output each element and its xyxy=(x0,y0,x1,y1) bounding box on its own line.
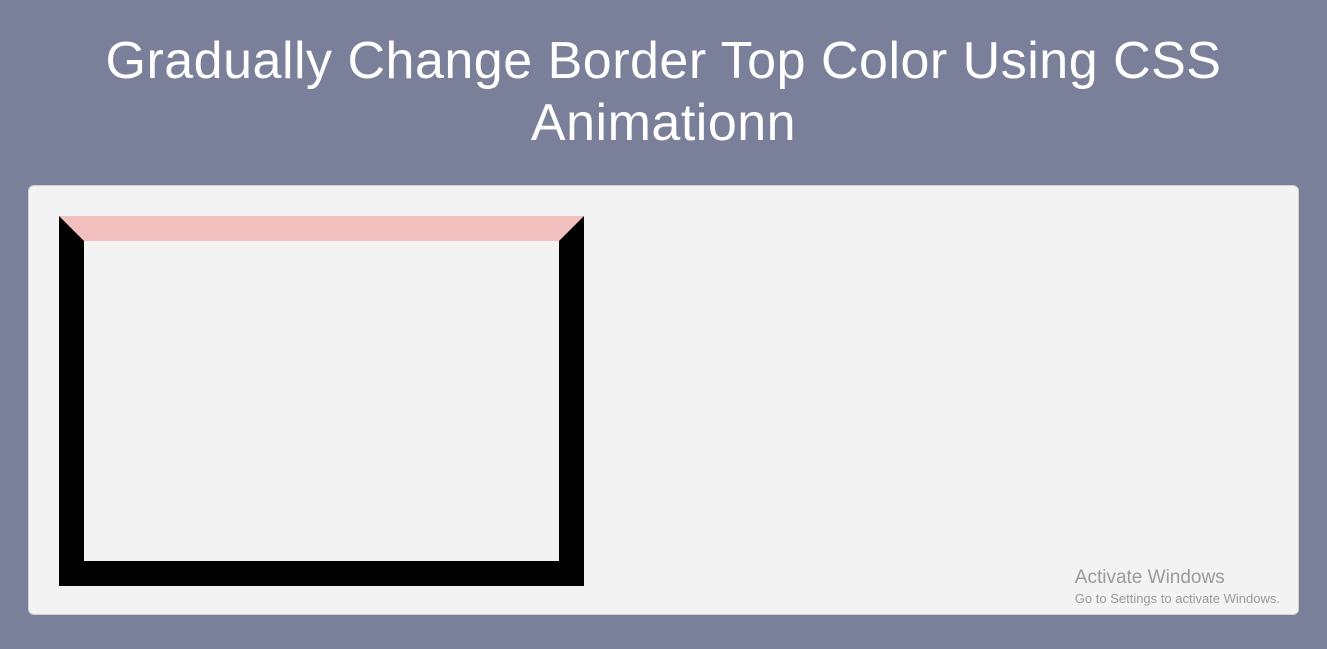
content-panel: Activate Windows Go to Settings to activ… xyxy=(28,185,1299,615)
animation-demo-box xyxy=(59,216,584,586)
page-title: Gradually Change Border Top Color Using … xyxy=(0,0,1327,175)
watermark-subtitle: Go to Settings to activate Windows. xyxy=(1075,591,1280,606)
watermark-title: Activate Windows xyxy=(1075,567,1280,589)
windows-activation-watermark: Activate Windows Go to Settings to activ… xyxy=(1075,567,1280,606)
